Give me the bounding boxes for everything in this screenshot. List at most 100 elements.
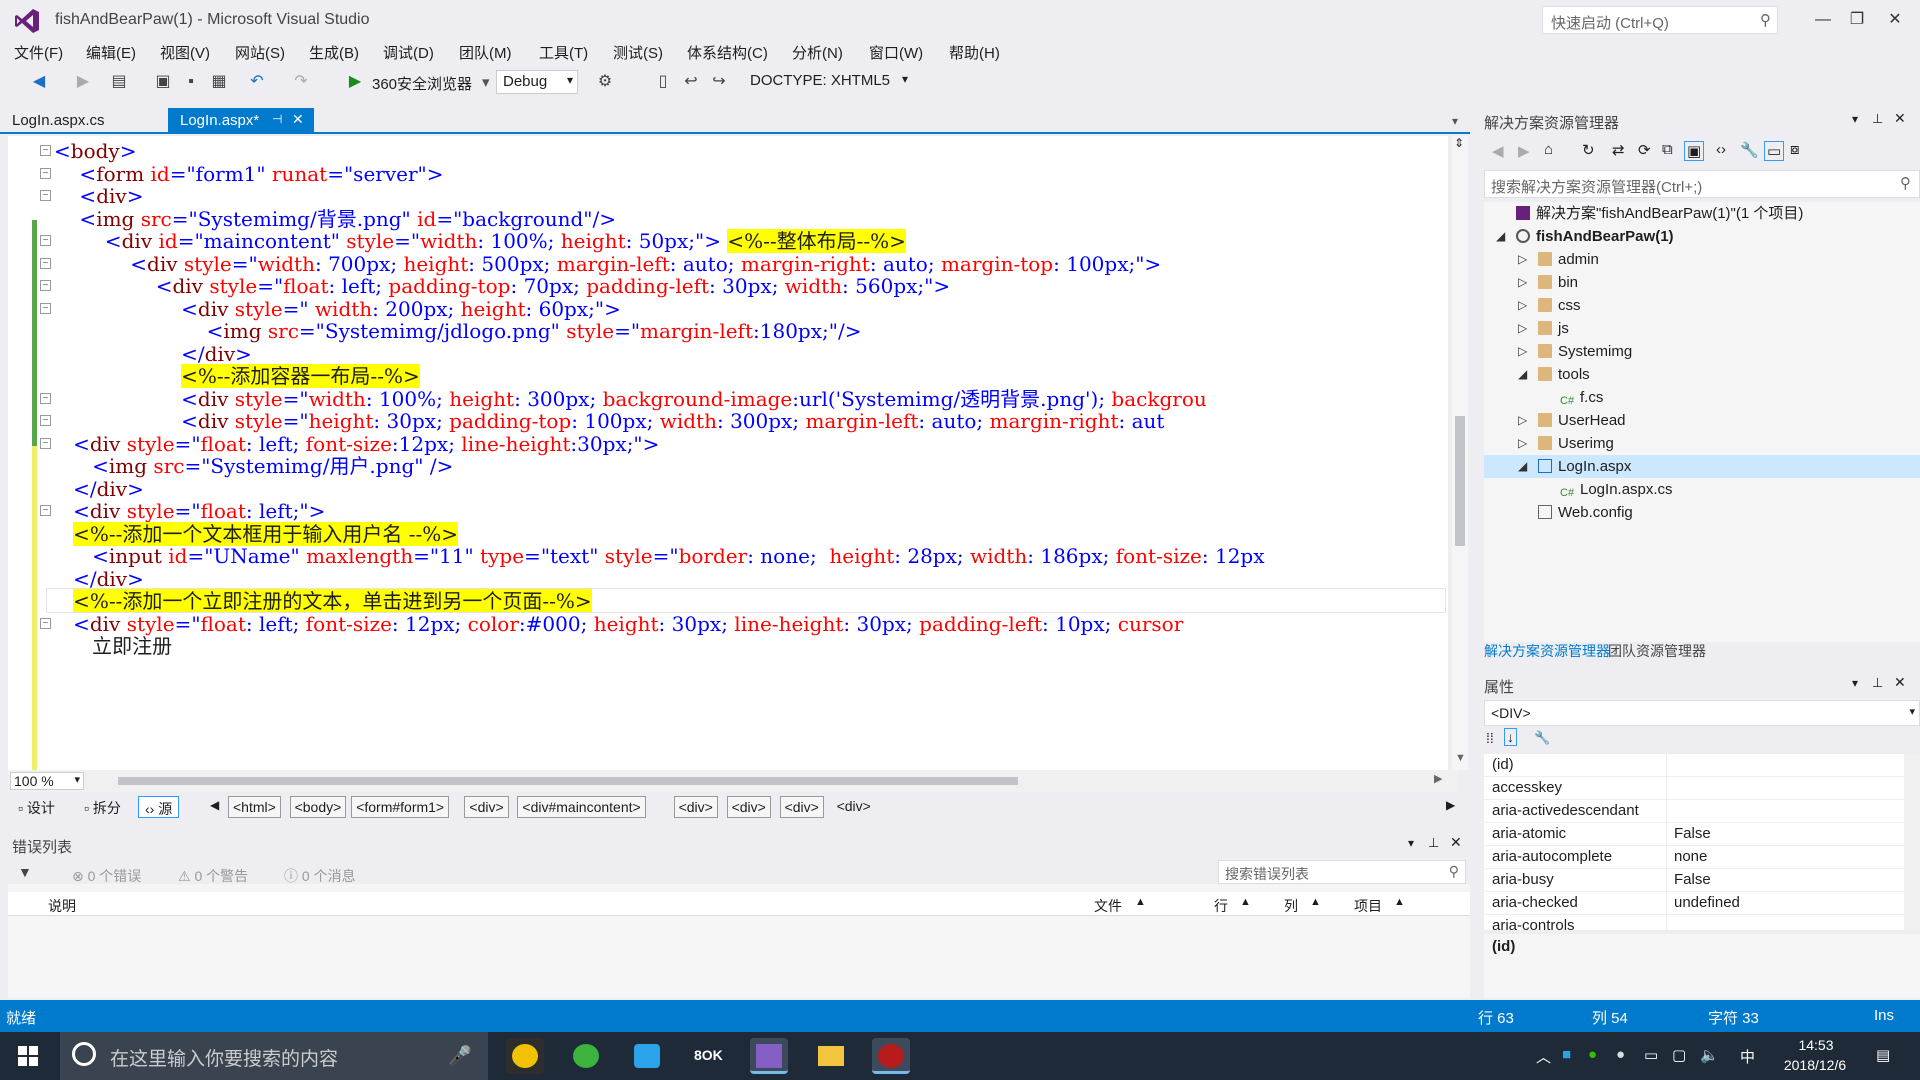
scroll-down-icon[interactable]: ▼ [1455,752,1466,764]
panel-options-icon[interactable]: ▾ [1852,676,1858,690]
doctype-dropdown[interactable]: DOCTYPE: XHTML5 ▾ [744,70,912,94]
breadcrumb-item[interactable]: <form#form1> [351,796,450,818]
col-description[interactable]: 说明 [48,896,76,916]
expand-icon[interactable]: ▷ [1518,409,1527,432]
crumb-left-icon[interactable]: ◀ [210,798,219,812]
menu-help[interactable]: 帮助(H) [949,42,1000,63]
expand-icon[interactable]: ▷ [1518,248,1527,271]
horizontal-scroll-thumb[interactable] [118,777,1018,785]
filter-icon[interactable]: ▼ [18,864,32,880]
tray-overflow-icon[interactable]: ︿ [1536,1046,1551,1067]
tree-item[interactable]: Web.config [1484,501,1920,524]
breadcrumb-item[interactable]: <div> [779,796,824,818]
taskbar-app-bird-icon[interactable] [628,1038,666,1074]
menu-test[interactable]: 测试(S) [613,42,663,63]
fold-toggle-icon[interactable]: − [40,235,51,246]
taskbar-app-360-icon[interactable] [506,1038,544,1074]
fold-toggle-icon[interactable]: − [40,280,51,291]
expand-icon[interactable]: ▷ [1518,432,1527,455]
tray-volume-icon[interactable]: 🔈 [1700,1046,1719,1064]
split-view-button[interactable]: ▫ 拆分 [78,796,127,818]
minimize-button[interactable]: — [1808,6,1838,34]
expand-icon[interactable]: ▷ [1518,294,1527,317]
pin-icon[interactable]: ⊥ [1428,835,1439,851]
tray-network-icon[interactable]: ▢ [1672,1046,1686,1064]
close-panel-icon[interactable]: ✕ [1450,834,1462,851]
refresh-icon[interactable]: ⟳ [1638,141,1651,159]
back-icon[interactable]: ◀ [28,71,50,93]
collapse-all-icon[interactable]: ⧉ [1662,141,1673,158]
taskbar-app-file-explorer-icon[interactable] [812,1038,850,1074]
property-row[interactable]: aria-atomic False [1484,823,1904,846]
property-object-select[interactable]: <DIV> ▾ [1484,700,1920,726]
code-editor[interactable]: <body> − <form id="form1" runat="server">… [8,136,1448,770]
tray-time[interactable]: 14:53 [1786,1037,1846,1053]
tab-login-aspx[interactable]: LogIn.aspx* ⊣ ✕ [168,108,314,134]
notification-center-icon[interactable]: ▤ [1876,1046,1890,1064]
tree-item[interactable]: ▷ UserHead [1484,409,1920,432]
col-column[interactable]: 列 [1284,896,1298,916]
forward-icon[interactable]: ▶ [72,71,94,93]
collapse-icon[interactable]: ◢ [1518,455,1527,478]
tree-item[interactable]: ◢ tools [1484,363,1920,386]
error-search-input[interactable]: 搜索错误列表 ⚲ [1218,860,1466,884]
tree-item[interactable]: ▷ js [1484,317,1920,340]
quick-launch-input[interactable]: 快速启动 (Ctrl+Q) ⚲ [1542,6,1778,34]
property-row[interactable]: aria-autocomplete none [1484,846,1904,869]
taskbar-app-visual-studio-icon[interactable] [750,1038,788,1074]
expand-icon[interactable]: ▷ [1518,317,1527,340]
taskbar-app-media-icon[interactable]: 8OK [690,1038,728,1074]
open-file-icon[interactable]: ▣ [152,71,174,93]
menu-tools[interactable]: 工具(T) [539,42,588,63]
view-code-icon[interactable]: ‹› [1716,141,1726,158]
tree-item[interactable]: ▷ Userimg [1484,432,1920,455]
tab-overflow-icon[interactable]: ▾ [1452,114,1458,128]
solution-search-input[interactable]: 搜索解决方案资源管理器(Ctrl+;) ⚲ [1484,170,1920,198]
browser-dropdown[interactable]: 360安全浏览器 [372,73,472,94]
tree-item[interactable]: 解决方案"fishAndBearPaw(1)"(1 个项目) [1484,202,1920,225]
properties-icon[interactable]: 🔧 [1740,141,1759,159]
close-button[interactable]: ✕ [1880,6,1910,34]
tree-item[interactable]: ◢ LogIn.aspx [1484,455,1920,478]
tray-ime[interactable]: 中 [1740,1046,1755,1067]
property-row[interactable]: aria-busy False [1484,869,1904,892]
restore-button[interactable]: ❐ [1842,6,1872,34]
tray-qq-icon[interactable]: ● [1616,1046,1625,1063]
alphabetical-icon[interactable]: ↓ [1504,728,1517,746]
taskbar-app-browser-icon[interactable] [567,1038,605,1074]
design-view-button[interactable]: ▫ 设计 [12,796,61,818]
taskbar-search-box[interactable]: 在这里输入你要搜索的内容 🎤 [60,1032,488,1080]
browser-dropdown-arrow-icon[interactable]: ▾ [482,73,490,91]
property-row[interactable]: (id) [1484,754,1904,777]
pin-icon[interactable]: ⊥ [1872,675,1883,691]
menu-view[interactable]: 视图(V) [160,42,210,63]
tray-date[interactable]: 2018/12/6 [1770,1057,1860,1073]
breadcrumb-item[interactable]: <body> [289,796,347,818]
menu-team[interactable]: 团队(M) [459,42,512,63]
tree-item[interactable]: C# f.cs [1484,386,1920,409]
save-icon[interactable]: ▪ [180,71,202,93]
property-value[interactable]: False [1674,871,1711,888]
errors-filter[interactable]: ⊗ 0 个错误 [72,866,141,886]
preview-icon[interactable]: ▭ [1764,141,1785,161]
collapse-icon[interactable]: ◢ [1496,225,1505,248]
fold-toggle-icon[interactable]: − [40,257,51,269]
close-panel-icon[interactable]: ✕ [1894,674,1906,691]
menu-analyze[interactable]: 分析(N) [792,42,843,63]
panel-options-icon[interactable]: ▾ [1408,836,1414,850]
scroll-thumb[interactable] [1455,416,1465,546]
crumb-right-icon[interactable]: ▶ [1446,798,1455,812]
fold-toggle-icon[interactable]: − [40,617,51,629]
taskbar-app-game-icon[interactable] [872,1038,910,1074]
close-tab-icon[interactable]: ✕ [292,111,304,128]
source-view-button[interactable]: ‹› 源 [138,796,180,818]
menu-build[interactable]: 生成(B) [309,42,359,63]
menu-debug[interactable]: 调试(D) [383,42,434,63]
categorized-icon[interactable]: ⁞⁞ [1486,730,1494,746]
property-pages-icon[interactable]: 🔧 [1534,730,1550,746]
attach-icon[interactable]: ⚙ [594,71,616,93]
home-icon[interactable]: ⌂ [1544,141,1553,158]
tree-item[interactable]: ▷ admin [1484,248,1920,271]
start-debugging-icon[interactable]: ▶ [344,71,366,93]
tray-bird-icon[interactable]: ■ [1562,1046,1571,1063]
